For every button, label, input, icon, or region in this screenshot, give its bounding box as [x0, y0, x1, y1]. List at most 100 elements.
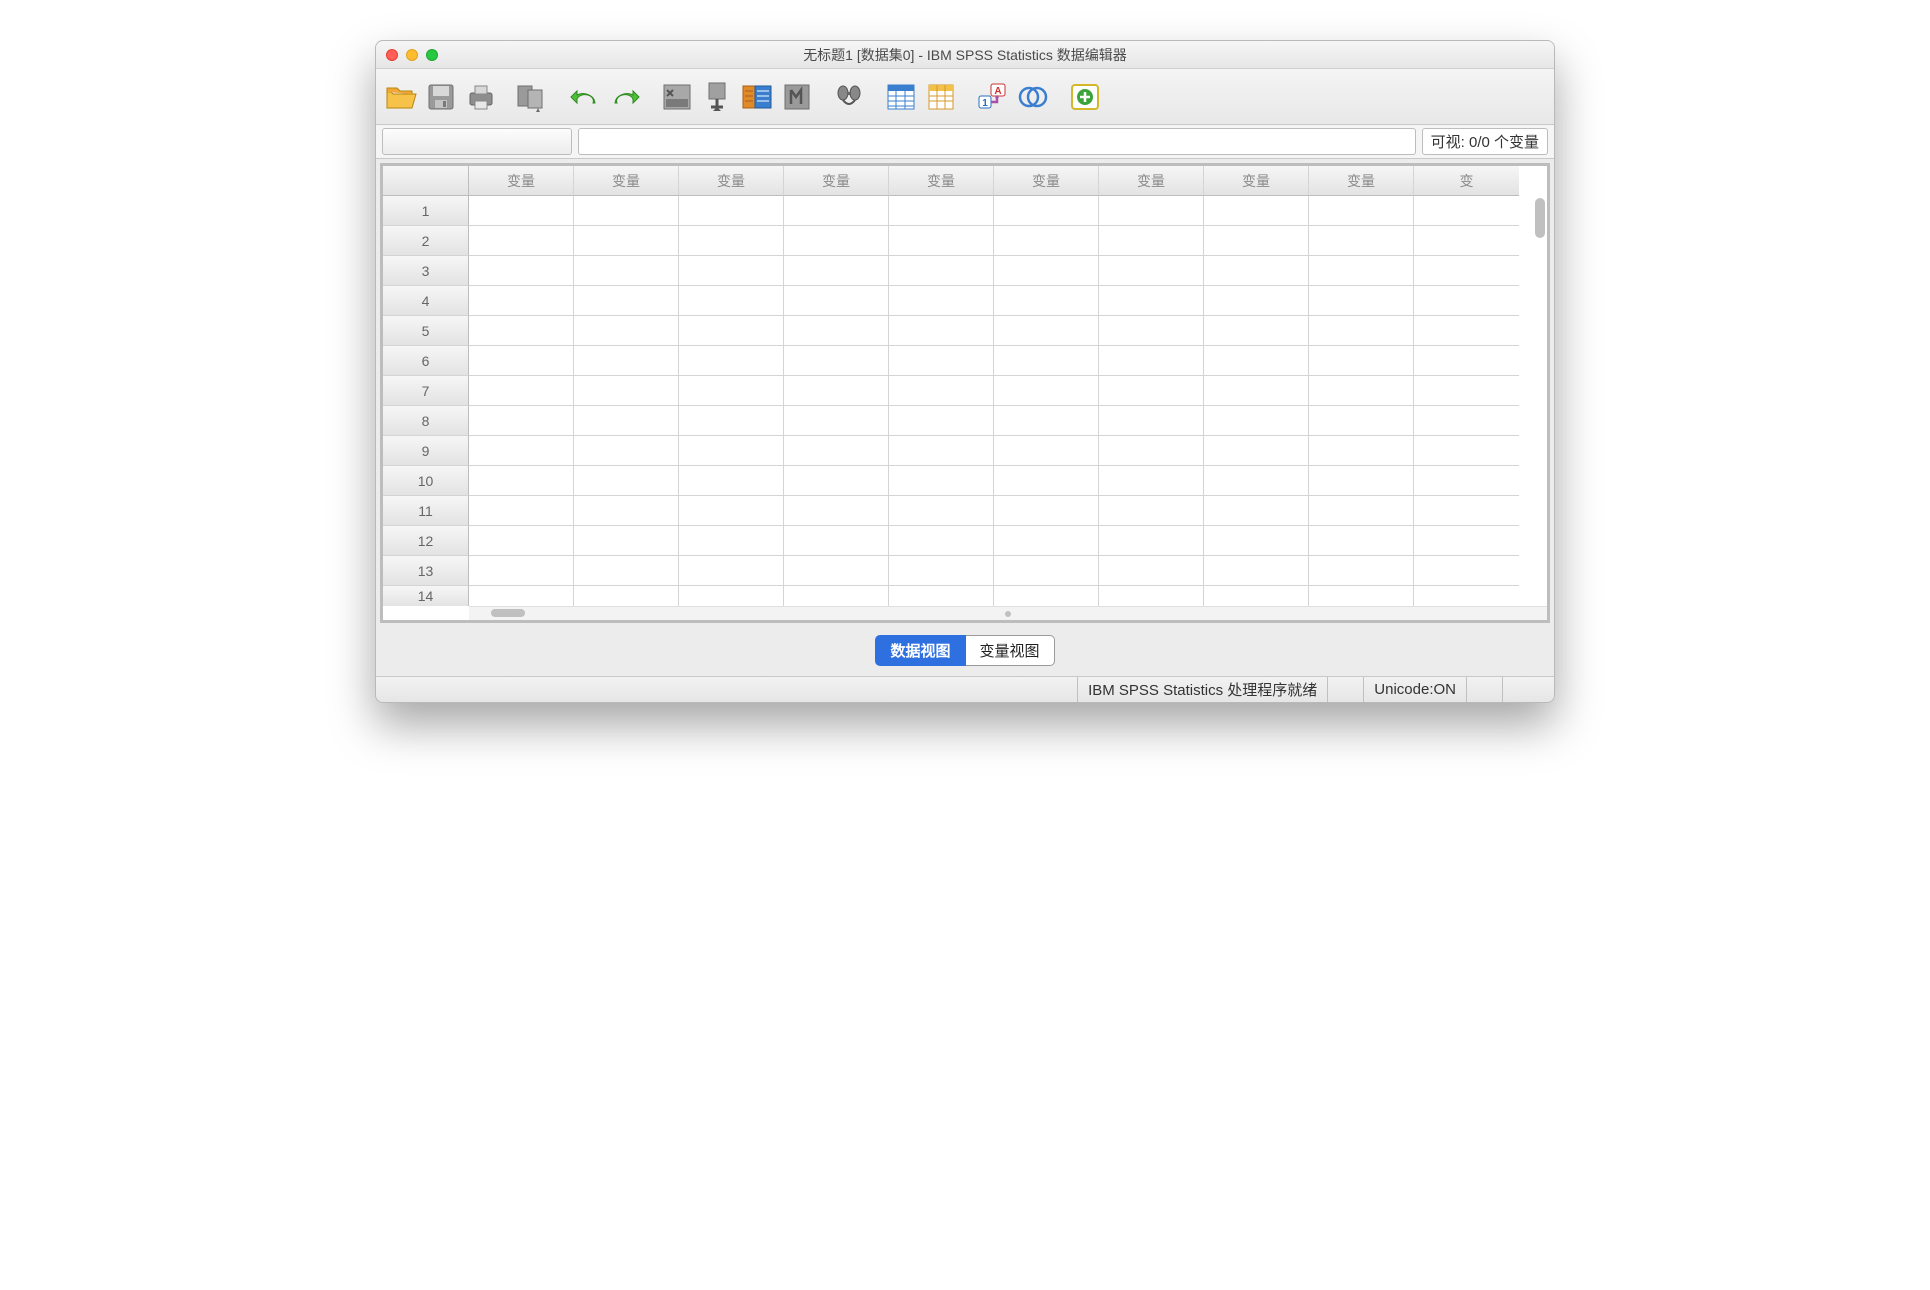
data-cell[interactable]: [889, 406, 994, 436]
data-cell[interactable]: [1309, 346, 1414, 376]
data-cell[interactable]: [994, 586, 1099, 606]
data-cell[interactable]: [994, 376, 1099, 406]
column-header[interactable]: 变量: [784, 166, 889, 196]
row-header[interactable]: 12: [383, 526, 469, 556]
open-file-button[interactable]: [382, 77, 420, 117]
row-header[interactable]: 10: [383, 466, 469, 496]
row-header[interactable]: 5: [383, 316, 469, 346]
data-grid[interactable]: 变量变量变量变量变量变量变量变量变量变1234567891011121314: [383, 166, 1547, 606]
data-cell[interactable]: [1414, 196, 1519, 226]
data-cell[interactable]: [1309, 406, 1414, 436]
data-cell[interactable]: [1309, 556, 1414, 586]
column-header[interactable]: 变量: [1309, 166, 1414, 196]
data-cell[interactable]: [889, 556, 994, 586]
data-cell[interactable]: [1204, 196, 1309, 226]
row-header[interactable]: 14: [383, 586, 469, 606]
data-cell[interactable]: [889, 376, 994, 406]
maximize-window-icon[interactable]: [426, 49, 438, 61]
data-cell[interactable]: [994, 256, 1099, 286]
data-cell[interactable]: [679, 376, 784, 406]
row-header[interactable]: 1: [383, 196, 469, 226]
data-cell[interactable]: [1099, 496, 1204, 526]
data-cell[interactable]: [679, 556, 784, 586]
data-cell[interactable]: [469, 376, 574, 406]
data-cell[interactable]: [469, 286, 574, 316]
close-window-icon[interactable]: [386, 49, 398, 61]
data-cell[interactable]: [784, 436, 889, 466]
data-cell[interactable]: [1204, 586, 1309, 606]
data-cell[interactable]: [679, 286, 784, 316]
data-cell[interactable]: [1204, 466, 1309, 496]
data-cell[interactable]: [1414, 556, 1519, 586]
goto-variable-button[interactable]: [698, 77, 736, 117]
data-cell[interactable]: [1099, 196, 1204, 226]
data-cell[interactable]: [574, 376, 679, 406]
data-cell[interactable]: [994, 526, 1099, 556]
data-cell[interactable]: [1309, 226, 1414, 256]
data-cell[interactable]: [1309, 526, 1414, 556]
column-header[interactable]: 变量: [1204, 166, 1309, 196]
data-cell[interactable]: [574, 406, 679, 436]
add-button[interactable]: [1066, 77, 1104, 117]
run-button[interactable]: [778, 77, 816, 117]
data-cell[interactable]: [1309, 196, 1414, 226]
data-cell[interactable]: [889, 466, 994, 496]
data-cell[interactable]: [889, 256, 994, 286]
data-cell[interactable]: [469, 586, 574, 606]
print-button[interactable]: [462, 77, 500, 117]
data-cell[interactable]: [784, 226, 889, 256]
data-cell[interactable]: [1309, 376, 1414, 406]
column-header[interactable]: 变量: [469, 166, 574, 196]
data-cell[interactable]: [994, 226, 1099, 256]
data-cell[interactable]: [679, 526, 784, 556]
data-cell[interactable]: [1204, 406, 1309, 436]
data-cell[interactable]: [469, 256, 574, 286]
data-cell[interactable]: [1099, 526, 1204, 556]
data-cell[interactable]: [784, 346, 889, 376]
data-cell[interactable]: [994, 466, 1099, 496]
data-cell[interactable]: [1204, 346, 1309, 376]
scrollbar-thumb[interactable]: [491, 609, 525, 617]
grid-corner[interactable]: [383, 166, 469, 196]
data-cell[interactable]: [574, 466, 679, 496]
data-cell[interactable]: [1204, 286, 1309, 316]
data-cell[interactable]: [1204, 556, 1309, 586]
data-cell[interactable]: [1414, 406, 1519, 436]
data-cell[interactable]: [1099, 286, 1204, 316]
data-cell[interactable]: [574, 556, 679, 586]
data-cell[interactable]: [994, 346, 1099, 376]
data-cell[interactable]: [784, 466, 889, 496]
data-cell[interactable]: [889, 586, 994, 606]
data-cell[interactable]: [994, 406, 1099, 436]
data-cell[interactable]: [679, 226, 784, 256]
minimize-window-icon[interactable]: [406, 49, 418, 61]
data-cell[interactable]: [889, 286, 994, 316]
data-cell[interactable]: [1309, 466, 1414, 496]
data-cell[interactable]: [889, 196, 994, 226]
data-cell[interactable]: [469, 226, 574, 256]
data-cell[interactable]: [574, 226, 679, 256]
value-labels-button[interactable]: A 1: [974, 77, 1012, 117]
data-cell[interactable]: [1204, 316, 1309, 346]
tab-variable-view[interactable]: 变量视图: [966, 635, 1055, 666]
data-cell[interactable]: [784, 316, 889, 346]
data-cell[interactable]: [1414, 256, 1519, 286]
data-cell[interactable]: [889, 226, 994, 256]
data-cell[interactable]: [994, 316, 1099, 346]
data-cell[interactable]: [1309, 586, 1414, 606]
data-cell[interactable]: [1414, 436, 1519, 466]
data-cell[interactable]: [1204, 376, 1309, 406]
data-cell[interactable]: [1099, 316, 1204, 346]
cell-value-box[interactable]: [578, 128, 1416, 155]
data-cell[interactable]: [679, 196, 784, 226]
data-cell[interactable]: [994, 556, 1099, 586]
data-cell[interactable]: [1099, 586, 1204, 606]
data-cell[interactable]: [1414, 286, 1519, 316]
data-cell[interactable]: [469, 436, 574, 466]
row-header[interactable]: 11: [383, 496, 469, 526]
data-cell[interactable]: [469, 526, 574, 556]
data-cell[interactable]: [574, 316, 679, 346]
data-cell[interactable]: [1204, 436, 1309, 466]
data-cell[interactable]: [679, 586, 784, 606]
data-cell[interactable]: [1099, 256, 1204, 286]
